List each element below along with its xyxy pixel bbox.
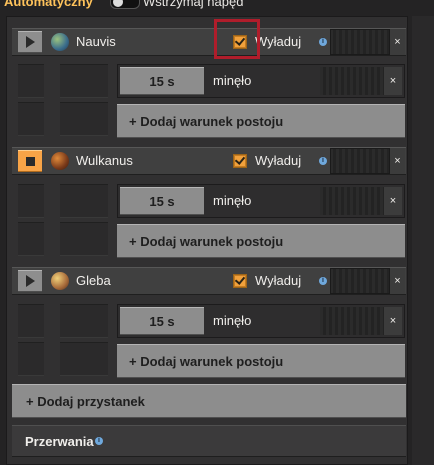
station-row-vulcanus[interactable]: Wulkanus Wyładuj i × <box>12 147 406 175</box>
drag-handle[interactable] <box>320 67 384 95</box>
toggle-knob <box>113 0 123 7</box>
unload-checkbox[interactable] <box>233 274 247 288</box>
station-name[interactable]: Wulkanus <box>76 153 133 168</box>
station-slots <box>14 184 110 258</box>
space-platform-schedule: Automatyczny Wstrzymaj napęd Nauvis Wyła… <box>0 0 434 465</box>
add-stop-button[interactable]: + Dodaj przystanek <box>12 384 406 418</box>
go-to-station-button[interactable] <box>18 270 42 292</box>
remove-station-button[interactable]: × <box>390 29 405 55</box>
remove-station-button[interactable]: × <box>390 268 405 294</box>
drag-handle[interactable] <box>330 148 390 174</box>
drag-handle[interactable] <box>320 187 384 215</box>
remove-condition-button[interactable]: × <box>384 67 402 95</box>
auto-toggle[interactable] <box>110 0 140 9</box>
slot <box>60 342 108 376</box>
condition-label: minęło <box>213 73 252 88</box>
station-slots <box>14 64 110 138</box>
slot <box>18 64 44 98</box>
info-icon[interactable]: i <box>95 437 103 445</box>
station-name[interactable]: Gleba <box>76 273 111 288</box>
slot <box>60 64 108 98</box>
add-wait-condition-label: + Dodaj warunek postoju <box>129 234 284 249</box>
slot <box>18 184 44 218</box>
station-row-nauvis[interactable]: Nauvis Wyładuj i × <box>12 28 406 56</box>
remove-condition-button[interactable]: × <box>384 187 402 215</box>
vulcanus-planet-icon <box>51 152 69 170</box>
schedule-header: Automatyczny Wstrzymaj napęd <box>0 0 434 10</box>
slot <box>60 184 108 218</box>
station-name[interactable]: Nauvis <box>76 34 116 49</box>
drag-handle[interactable] <box>330 268 390 294</box>
slot <box>18 304 44 338</box>
station-row-gleba[interactable]: Gleba Wyładuj i × <box>12 267 406 295</box>
scrollbar-track[interactable] <box>412 16 434 465</box>
add-wait-condition-button[interactable]: + Dodaj warunek postoju <box>117 104 405 138</box>
slot <box>60 304 108 338</box>
add-wait-condition-button[interactable]: + Dodaj warunek postoju <box>117 224 405 258</box>
add-stop-label: + Dodaj przystanek <box>26 394 145 409</box>
mode-label: Automatyczny <box>4 0 93 9</box>
add-wait-condition-button[interactable]: + Dodaj warunek postoju <box>117 344 405 378</box>
slot <box>60 102 108 136</box>
interrupts-label: Przerwania <box>25 434 94 449</box>
duration-field[interactable]: 15 s <box>120 307 204 335</box>
remove-station-button[interactable]: × <box>390 148 405 174</box>
slot <box>60 222 108 256</box>
info-icon[interactable]: i <box>319 277 327 285</box>
stop-icon <box>25 156 35 166</box>
play-icon <box>25 275 35 287</box>
check-icon <box>234 274 246 285</box>
drag-handle[interactable] <box>320 307 384 335</box>
halt-label: Wstrzymaj napęd <box>143 0 244 9</box>
condition-label: minęło <box>213 313 252 328</box>
check-icon <box>234 154 246 165</box>
interrupts-section[interactable]: Przerwania i <box>12 425 406 457</box>
wait-condition-row: 15 s minęło × <box>117 304 405 338</box>
unload-label: Wyładuj <box>255 34 302 49</box>
info-icon[interactable]: i <box>319 38 327 46</box>
highlight-box <box>214 19 260 59</box>
remove-condition-button[interactable]: × <box>384 307 402 335</box>
go-to-station-button[interactable] <box>18 31 42 53</box>
duration-field[interactable]: 15 s <box>120 67 204 95</box>
unload-checkbox[interactable] <box>233 154 247 168</box>
gleba-planet-icon <box>51 272 69 290</box>
slot <box>18 342 44 376</box>
condition-label: minęło <box>213 193 252 208</box>
station-slots <box>14 304 110 378</box>
duration-field[interactable]: 15 s <box>120 187 204 215</box>
unload-label: Wyładuj <box>255 273 302 288</box>
nauvis-planet-icon <box>51 33 69 51</box>
add-wait-condition-label: + Dodaj warunek postoju <box>129 354 284 369</box>
unload-label: Wyładuj <box>255 153 302 168</box>
slot <box>18 102 44 136</box>
slot <box>18 222 44 256</box>
wait-condition-row: 15 s minęło × <box>117 64 405 98</box>
go-to-station-button[interactable] <box>18 150 42 172</box>
add-wait-condition-label: + Dodaj warunek postoju <box>129 114 284 129</box>
wait-condition-row: 15 s minęło × <box>117 184 405 218</box>
info-icon[interactable]: i <box>319 157 327 165</box>
play-icon <box>25 36 35 48</box>
drag-handle[interactable] <box>330 29 390 55</box>
